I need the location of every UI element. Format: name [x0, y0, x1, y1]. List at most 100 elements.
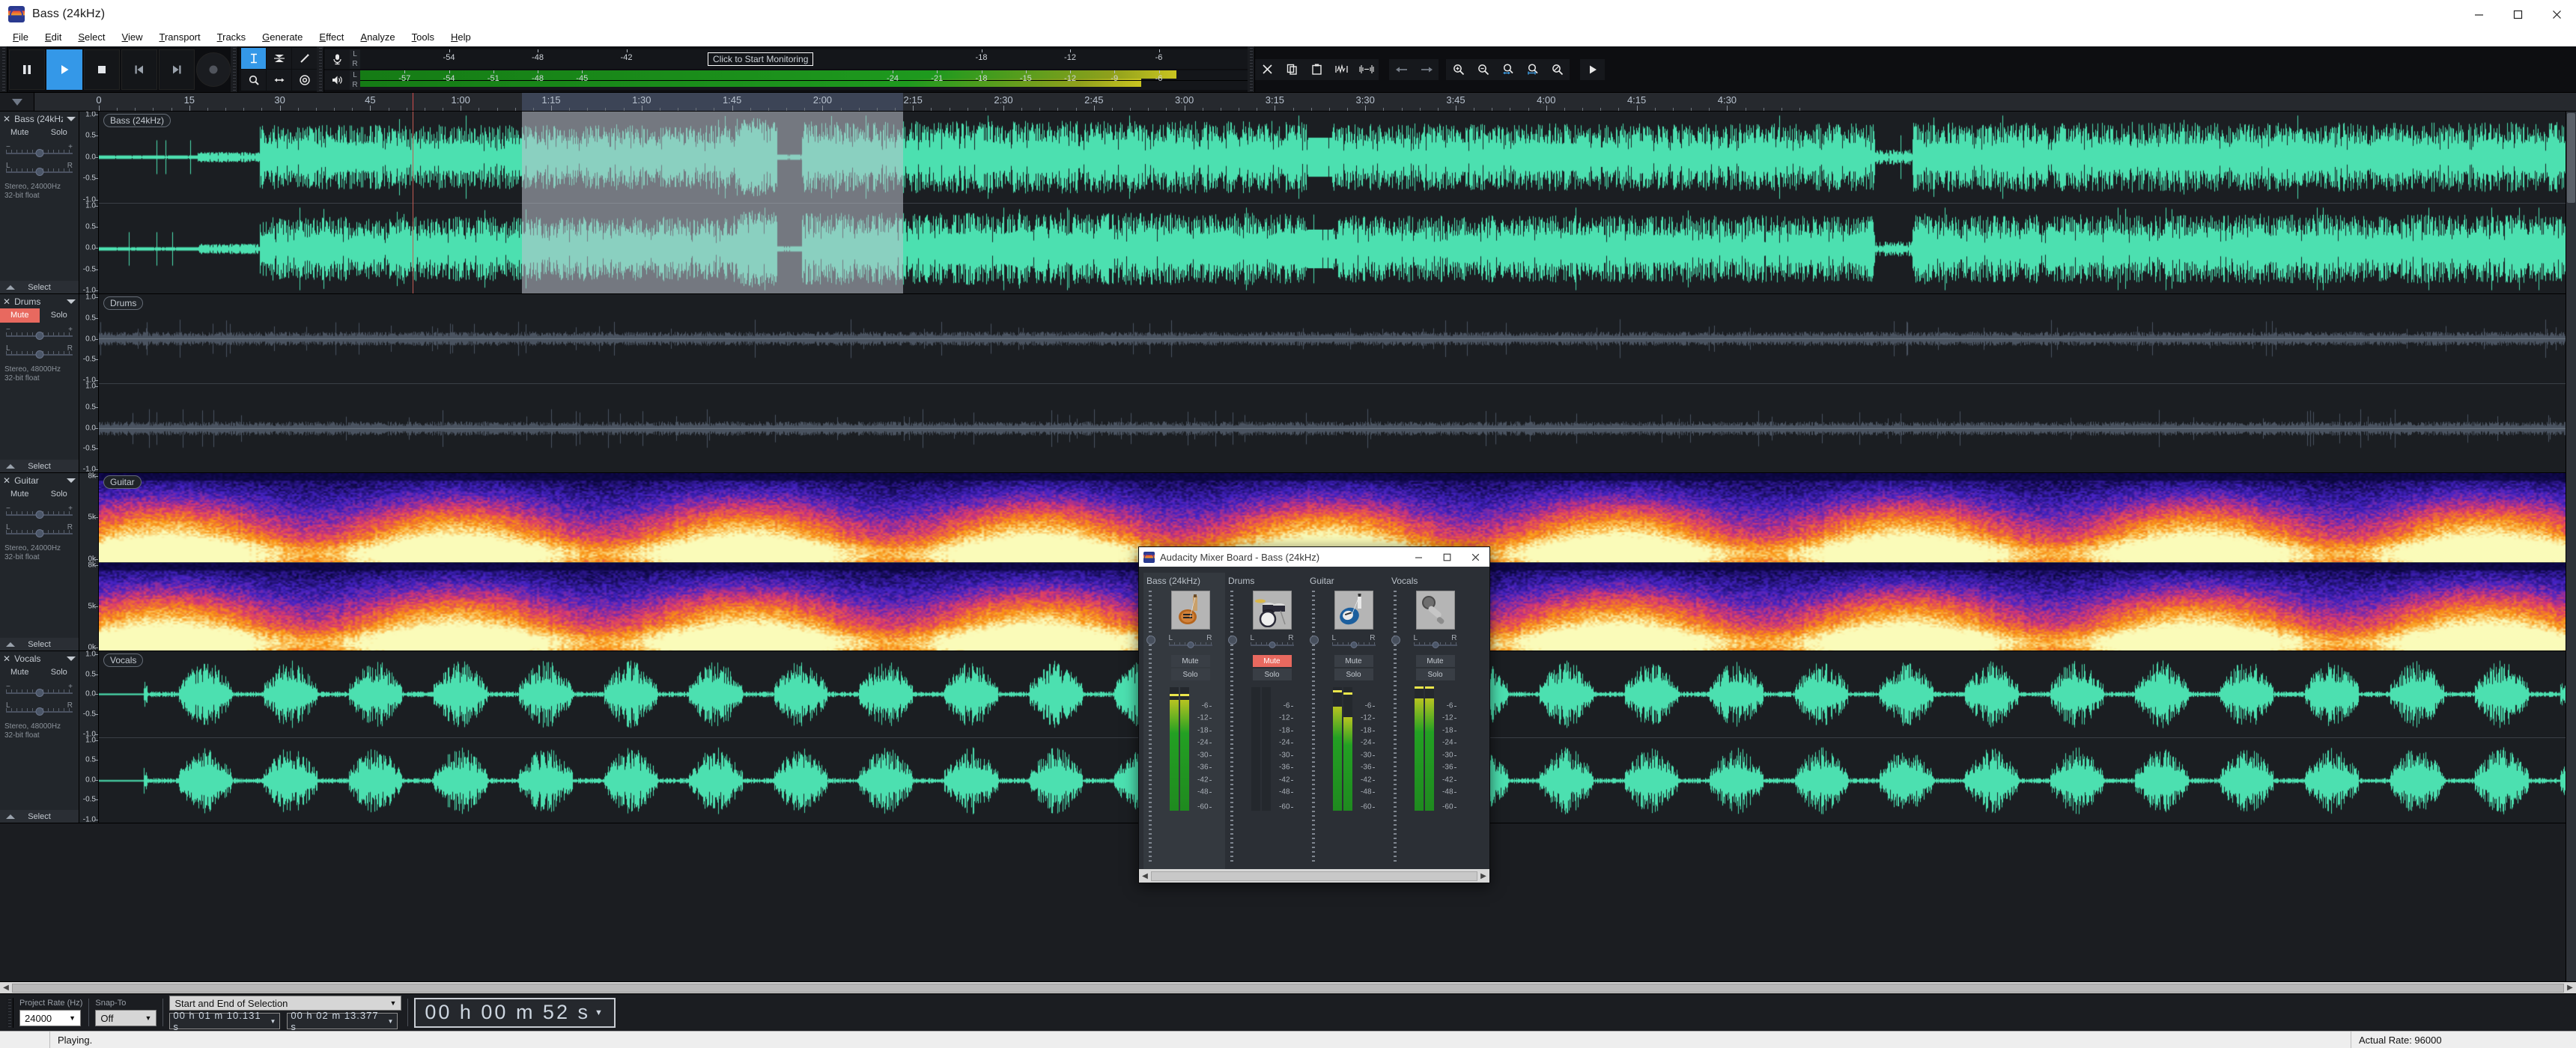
track-waveform-area[interactable]: Drums — [99, 294, 2566, 472]
track-pan-slider[interactable]: LR — [6, 344, 73, 360]
track-bass-24khz[interactable]: ✕ Bass (24kHz) Mute Solo − + L R Stereo, 24000Hz… — [0, 112, 2566, 295]
gain-knob[interactable] — [35, 689, 43, 697]
waveform-selection-region[interactable] — [521, 112, 904, 293]
track-menu-chevron-down-icon[interactable] — [67, 478, 76, 483]
close-track-icon[interactable]: ✕ — [3, 476, 10, 485]
record-meter-bars[interactable]: -54 -48 -42 -18 -12 -6 Click to Start Monitori… — [360, 49, 1248, 69]
menu-file[interactable]: File — [4, 30, 37, 45]
silence-icon[interactable] — [1354, 59, 1379, 80]
mixer-gain-slider[interactable] — [1228, 591, 1237, 869]
track-vertical-ruler[interactable]: 1.0 1.0 0.5 0.5 0.0 0.0 -0.5 -0.5 -1.0 -1.0 — [79, 651, 99, 824]
clip-title-chip[interactable]: Vocals — [103, 654, 144, 667]
menu-help[interactable]: Help — [443, 30, 479, 45]
track-mute-button[interactable]: Mute — [0, 126, 40, 140]
track-mute-button[interactable]: Mute — [0, 665, 40, 680]
track-select-button[interactable]: Select — [0, 460, 79, 472]
time-shift-tool[interactable] — [267, 70, 291, 91]
track-select-button[interactable]: Select — [0, 810, 79, 823]
horizontal-scroll-thumb[interactable] — [12, 983, 2564, 993]
clip-title-chip[interactable]: Drums — [103, 296, 144, 310]
collapse-track-icon[interactable] — [6, 463, 15, 469]
collapse-track-icon[interactable] — [6, 814, 15, 819]
track-menu-chevron-down-icon[interactable] — [67, 299, 76, 304]
mixer-maximize-button[interactable] — [1433, 547, 1461, 567]
track-vertical-ruler[interactable]: 1.0 1.0 0.5 0.5 0.0 0.0 -0.5 -0.5 -1.0 -1.0 — [79, 112, 99, 295]
mixer-pan-knob[interactable] — [1350, 642, 1357, 648]
mixer-horizontal-scrollbar[interactable]: ◀ ▶ — [1139, 869, 1489, 883]
mixer-gain-slider[interactable] — [1146, 591, 1155, 869]
mixer-mute-button[interactable]: Mute — [1252, 655, 1292, 667]
vertical-scrollbar[interactable] — [2566, 112, 2576, 981]
menu-tracks[interactable]: Tracks — [209, 30, 255, 45]
mixer-strip-guitar[interactable]: Guitar L R Mute Solo -6 -12 -18 -24 -30 -36 -42 -48-… — [1307, 573, 1388, 869]
track-vertical-ruler[interactable]: 8k 8k 5k 5k 0k 0k — [79, 472, 99, 652]
track-drums[interactable]: ✕ Drums Mute Solo − + L R Stereo, 48000Hz 32-bit … — [0, 293, 2566, 474]
track-pan-slider[interactable]: LR — [6, 162, 73, 177]
toolbar-grip-edit[interactable] — [1248, 46, 1255, 92]
pan-knob[interactable] — [35, 707, 43, 716]
track-gain-slider[interactable]: − + — [6, 326, 73, 341]
electric-guitar-icon[interactable] — [1334, 591, 1373, 630]
ruler-selection-region[interactable] — [521, 93, 904, 111]
envelope-tool[interactable] — [267, 48, 291, 69]
draw-tool[interactable] — [292, 48, 317, 69]
stop-button[interactable] — [84, 49, 120, 90]
minimize-button[interactable] — [2459, 0, 2498, 28]
track-waveform-area[interactable]: Bass (24kHz) — [99, 112, 2566, 293]
track-mute-button[interactable]: Mute — [0, 308, 40, 323]
record-button[interactable] — [196, 52, 231, 87]
mixer-strip-bass-24khz[interactable]: Bass (24kHz) L R Mute Solo -6 -12 -18 -24 -30 -36-… — [1143, 573, 1225, 869]
menu-select[interactable]: Select — [70, 30, 113, 45]
recording-meter[interactable]: LR -54 -48 -42 -18 -12 -6 Click to Start Monit… — [324, 49, 1248, 69]
microphone-icon[interactable] — [1415, 591, 1455, 630]
menu-effect[interactable]: Effect — [311, 30, 352, 45]
hscroll-right-arrow[interactable]: ▶ — [2564, 984, 2576, 992]
skip-to-start-button[interactable] — [121, 49, 157, 90]
toolbar-grip-transport[interactable] — [0, 46, 7, 92]
menu-view[interactable]: View — [114, 30, 151, 45]
mixer-gain-slider[interactable] — [1310, 591, 1319, 869]
gain-knob[interactable] — [35, 149, 43, 157]
selection-end-time[interactable]: 00 h 02 m 13.377 s ▼ — [287, 1010, 398, 1032]
hscroll-left-arrow[interactable]: ◀ — [0, 984, 12, 992]
mixer-gain-knob[interactable] — [1228, 636, 1237, 645]
mixer-pan-knob[interactable] — [1432, 642, 1439, 648]
timeline-ruler[interactable]: 0 15 30 45 1:00 1:15 1:30 1:45 2:00 2:15 2:30 2:45 3… — [0, 93, 2576, 112]
mixer-mute-button[interactable]: Mute — [1334, 655, 1373, 667]
mixer-minimize-button[interactable] — [1404, 547, 1433, 567]
track-pan-slider[interactable]: LR — [6, 701, 73, 717]
paste-icon[interactable] — [1304, 59, 1329, 80]
pause-button[interactable] — [9, 49, 45, 90]
track-solo-button[interactable]: Solo — [40, 126, 79, 140]
pan-knob[interactable] — [35, 168, 43, 176]
pan-knob[interactable] — [35, 529, 43, 537]
toolbar-grip-meters[interactable] — [317, 46, 324, 92]
track-control-panel[interactable]: ✕ Bass (24kHz) Mute Solo − + L R Stereo, 24000Hz… — [0, 112, 79, 293]
mixer-strip-drums[interactable]: Drums L R Mute Solo -6 -12 -18 -24 -30 -36 -42 -48 -6… — [1225, 573, 1307, 869]
track-select-button[interactable]: Select — [0, 281, 79, 293]
mixer-mute-button[interactable]: Mute — [1415, 655, 1455, 667]
play-button[interactable] — [46, 49, 82, 90]
close-track-icon[interactable]: ✕ — [3, 115, 10, 124]
menu-generate[interactable]: Generate — [254, 30, 311, 45]
track-vertical-ruler[interactable]: 1.0 1.0 0.5 0.5 0.0 0.0 -0.5 -0.5 -1.0 -1.0 — [79, 293, 99, 474]
mixer-hscroll-thumb[interactable] — [1151, 871, 1477, 881]
project-rate-select[interactable]: 24000 ▼ — [19, 1010, 81, 1026]
bass-guitar-icon[interactable] — [1170, 591, 1210, 630]
play-at-speed-icon[interactable] — [1580, 59, 1605, 80]
mixer-gain-knob[interactable] — [1391, 636, 1400, 645]
drum-kit-icon[interactable] — [1252, 591, 1292, 630]
mixer-solo-button[interactable]: Solo — [1415, 668, 1455, 680]
menu-transport[interactable]: Transport — [151, 30, 208, 45]
pinned-play-head-button[interactable] — [0, 93, 34, 111]
trim-icon[interactable] — [1329, 59, 1354, 80]
zoom-toggle-icon[interactable] — [1545, 59, 1570, 80]
mixer-solo-button[interactable]: Solo — [1252, 668, 1292, 680]
track-gain-slider[interactable]: − + — [6, 143, 73, 159]
selection-mode-select[interactable]: Start and End of Selection ▼ — [169, 996, 402, 1011]
skip-to-end-button[interactable] — [159, 49, 195, 90]
gain-knob[interactable] — [35, 332, 43, 340]
zoom-out-icon[interactable] — [1471, 59, 1495, 80]
track-channel[interactable] — [99, 202, 2566, 293]
mixer-gain-knob[interactable] — [1146, 636, 1155, 645]
